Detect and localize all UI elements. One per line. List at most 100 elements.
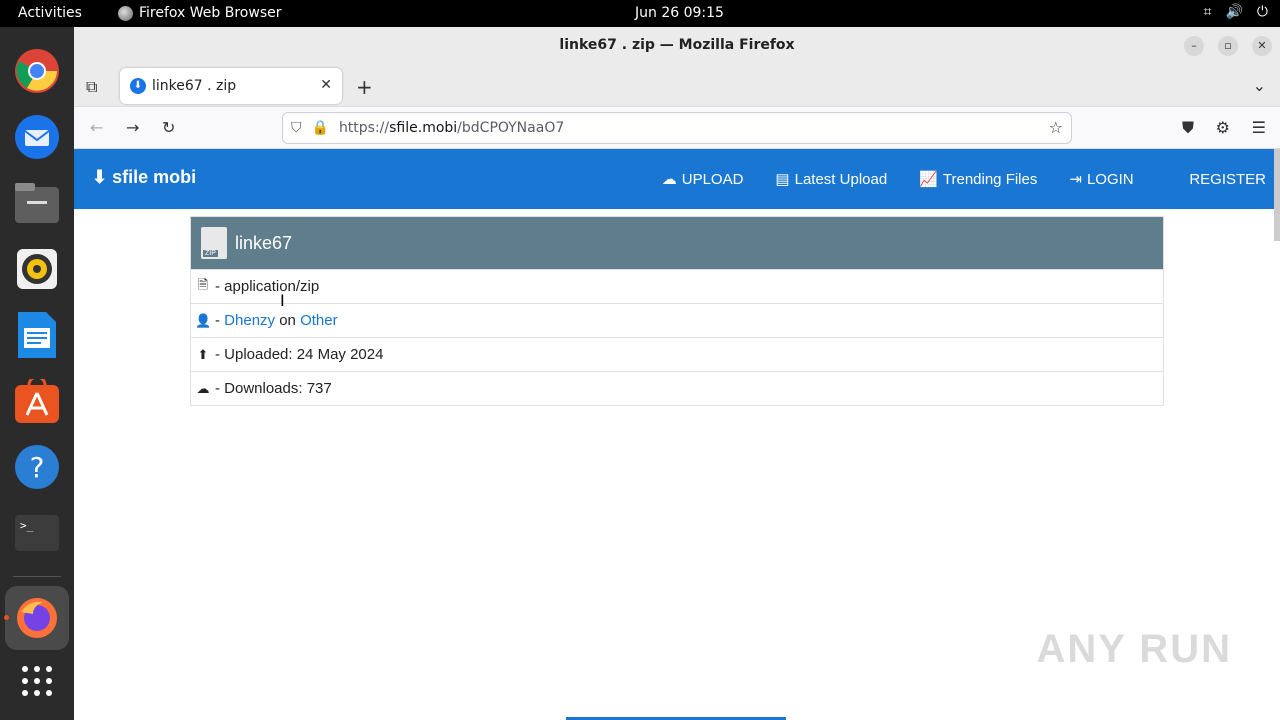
nav-register[interactable]: 👤 REGISTER [1166,170,1266,188]
upload-icon: ⬆ [197,346,209,362]
nav-latest-upload[interactable]: ▤ Latest Upload [775,170,887,188]
activities-button[interactable]: Activities [18,5,82,21]
user-icon: 👤 [195,312,212,328]
power-icon: ⏻ [1256,4,1268,20]
file-header: ZIP linke67 [191,217,1163,269]
list-icon: ▤ [775,171,790,188]
writer-icon [18,312,56,358]
help-launcher[interactable]: ? [13,443,61,491]
title-bar: linke67 . zip — Mozilla Firefox – ▫ ✕ [74,27,1280,64]
chart-line-icon: 📈 [919,171,938,188]
system-tray[interactable]: ⌗ 🔊 ⏻ [1204,4,1268,20]
page-content: ⬇ sfile mobi ☁ UPLOAD ▤ Latest Upload 📈 Tre… [74,149,1280,720]
zip-badge: ZIP [203,250,218,257]
show-apps-launcher[interactable] [13,657,61,705]
user-plus-icon: 👤 [1165,171,1185,188]
app-grid-icon [22,666,52,696]
cloud-download-icon: ☁ [196,380,210,396]
files-launcher[interactable] [13,179,61,227]
site-menu: ☁ UPLOAD ▤ Latest Upload 📈 Trending Files ⇥… [662,170,1266,188]
maximize-button[interactable]: ▫ [1218,36,1238,56]
clock[interactable]: Jun 26 09:15 [635,5,724,21]
tab-overview-icon[interactable]: ⧉ [86,77,97,97]
uploaded-date: - Uploaded: 24 May 2024 [215,346,384,363]
chrome-launcher[interactable] [13,47,61,95]
navigation-bar: ← → ↻ ⛉ 🔒 https:// sfile.mobi /bdCPOYNaa… [74,107,1280,149]
uploader-link[interactable]: Dhenzy [224,312,275,329]
firefox-icon [17,598,57,638]
on-text: on [275,312,301,329]
dock: ? >_ [0,27,74,720]
downloads-row: ☁ - Downloads: 737 [191,371,1163,405]
running-indicator [4,615,9,620]
app-center-icon [15,379,59,423]
site-brand[interactable]: ⬇ sfile mobi [92,167,196,188]
file-type-row: 🗎 - application/zip [191,269,1163,303]
network-icon: ⌗ [1203,4,1212,20]
watermark: ANY RUN [1036,627,1232,671]
download-icon: ⬇ [92,167,108,187]
help-icon: ? [15,445,59,489]
nav-trending-label: Trending Files [942,171,1038,188]
downloads-count: - Downloads: 737 [215,380,332,397]
thunderbird-launcher[interactable] [13,113,61,161]
nav-register-label: REGISTER [1189,171,1266,188]
minimize-button[interactable]: – [1184,36,1204,56]
volume-icon: 🔊 [1225,4,1243,20]
scrollbar[interactable] [1274,149,1280,241]
file-info-card: ZIP linke67 🗎 - application/zip 👤 - Dhen… [190,216,1164,406]
url-path: /bdCPOYNaaO7 [457,120,565,136]
file-type: - application/zip [215,278,320,295]
file-code-icon: 🗎 [197,276,209,292]
chrome-icon [15,49,59,93]
extensions-icon[interactable]: ⚙ [1216,118,1230,137]
writer-launcher[interactable] [13,311,61,359]
rhythmbox-icon [17,249,57,289]
url-prefix: https:// [338,120,390,136]
nav-upload-label: UPLOAD [681,171,744,188]
close-tab-icon[interactable]: ✕ [320,77,332,93]
nav-upload[interactable]: ☁ UPLOAD [662,170,744,188]
lock-icon[interactable]: 🔒 [312,120,329,136]
brand-label: sfile mobi [112,167,197,187]
list-tabs-chevron-icon[interactable]: ⌄ [1253,76,1266,95]
url-bar[interactable]: ⛉ 🔒 https:// sfile.mobi /bdCPOYNaaO7 ☆ [282,112,1072,144]
nav-login-label: LOGIN [1086,171,1134,188]
svg-text:>_: >_ [20,519,34,532]
sign-in-icon: ⇥ [1069,171,1082,188]
system-top-bar: Activities Firefox Web Browser Jun 26 09… [0,0,1280,27]
terminal-icon: >_ [15,515,59,551]
bookmark-star-icon[interactable]: ☆ [1049,118,1063,137]
menu-icon[interactable]: ☰ [1252,118,1266,137]
reload-button[interactable]: ↻ [162,118,175,137]
back-button[interactable]: ← [90,118,103,137]
firefox-icon [118,5,133,21]
uploader-prefix: - [215,312,225,329]
uploader-row: 👤 - Dhenzy on Other [191,303,1163,337]
download-favicon-icon: ⬇ [130,78,146,94]
text-cursor-icon: I [280,291,285,310]
terminal-launcher[interactable]: >_ [13,509,61,557]
tab-active[interactable]: ⬇ linke67 . zip ✕ [120,68,342,104]
category-link[interactable]: Other [300,312,338,329]
nav-login[interactable]: ⇥ LOGIN [1069,170,1133,188]
svg-text:?: ? [30,451,45,484]
software-launcher[interactable] [13,377,61,425]
forward-button[interactable]: → [126,118,139,137]
url-domain: sfile.mobi [389,120,458,136]
shield-icon[interactable]: ⛉ [291,120,302,136]
pocket-icon[interactable]: ⛊ [1182,118,1194,138]
uploaded-row: ⬆ - Uploaded: 24 May 2024 [191,337,1163,371]
nav-trending[interactable]: 📈 Trending Files [919,170,1037,188]
window-title: linke67 . zip — Mozilla Firefox [559,37,795,53]
close-window-button[interactable]: ✕ [1252,36,1272,56]
nav-latest-label: Latest Upload [794,171,888,188]
dock-separator [13,576,61,577]
firefox-launcher[interactable] [13,594,61,642]
rhythmbox-launcher[interactable] [13,245,61,293]
app-menu[interactable]: Firefox Web Browser [118,5,282,21]
new-tab-button[interactable]: + [356,75,373,99]
app-name: Firefox Web Browser [139,5,282,21]
zip-file-icon: ZIP [201,227,227,259]
cloud-upload-icon: ☁ [661,171,677,188]
